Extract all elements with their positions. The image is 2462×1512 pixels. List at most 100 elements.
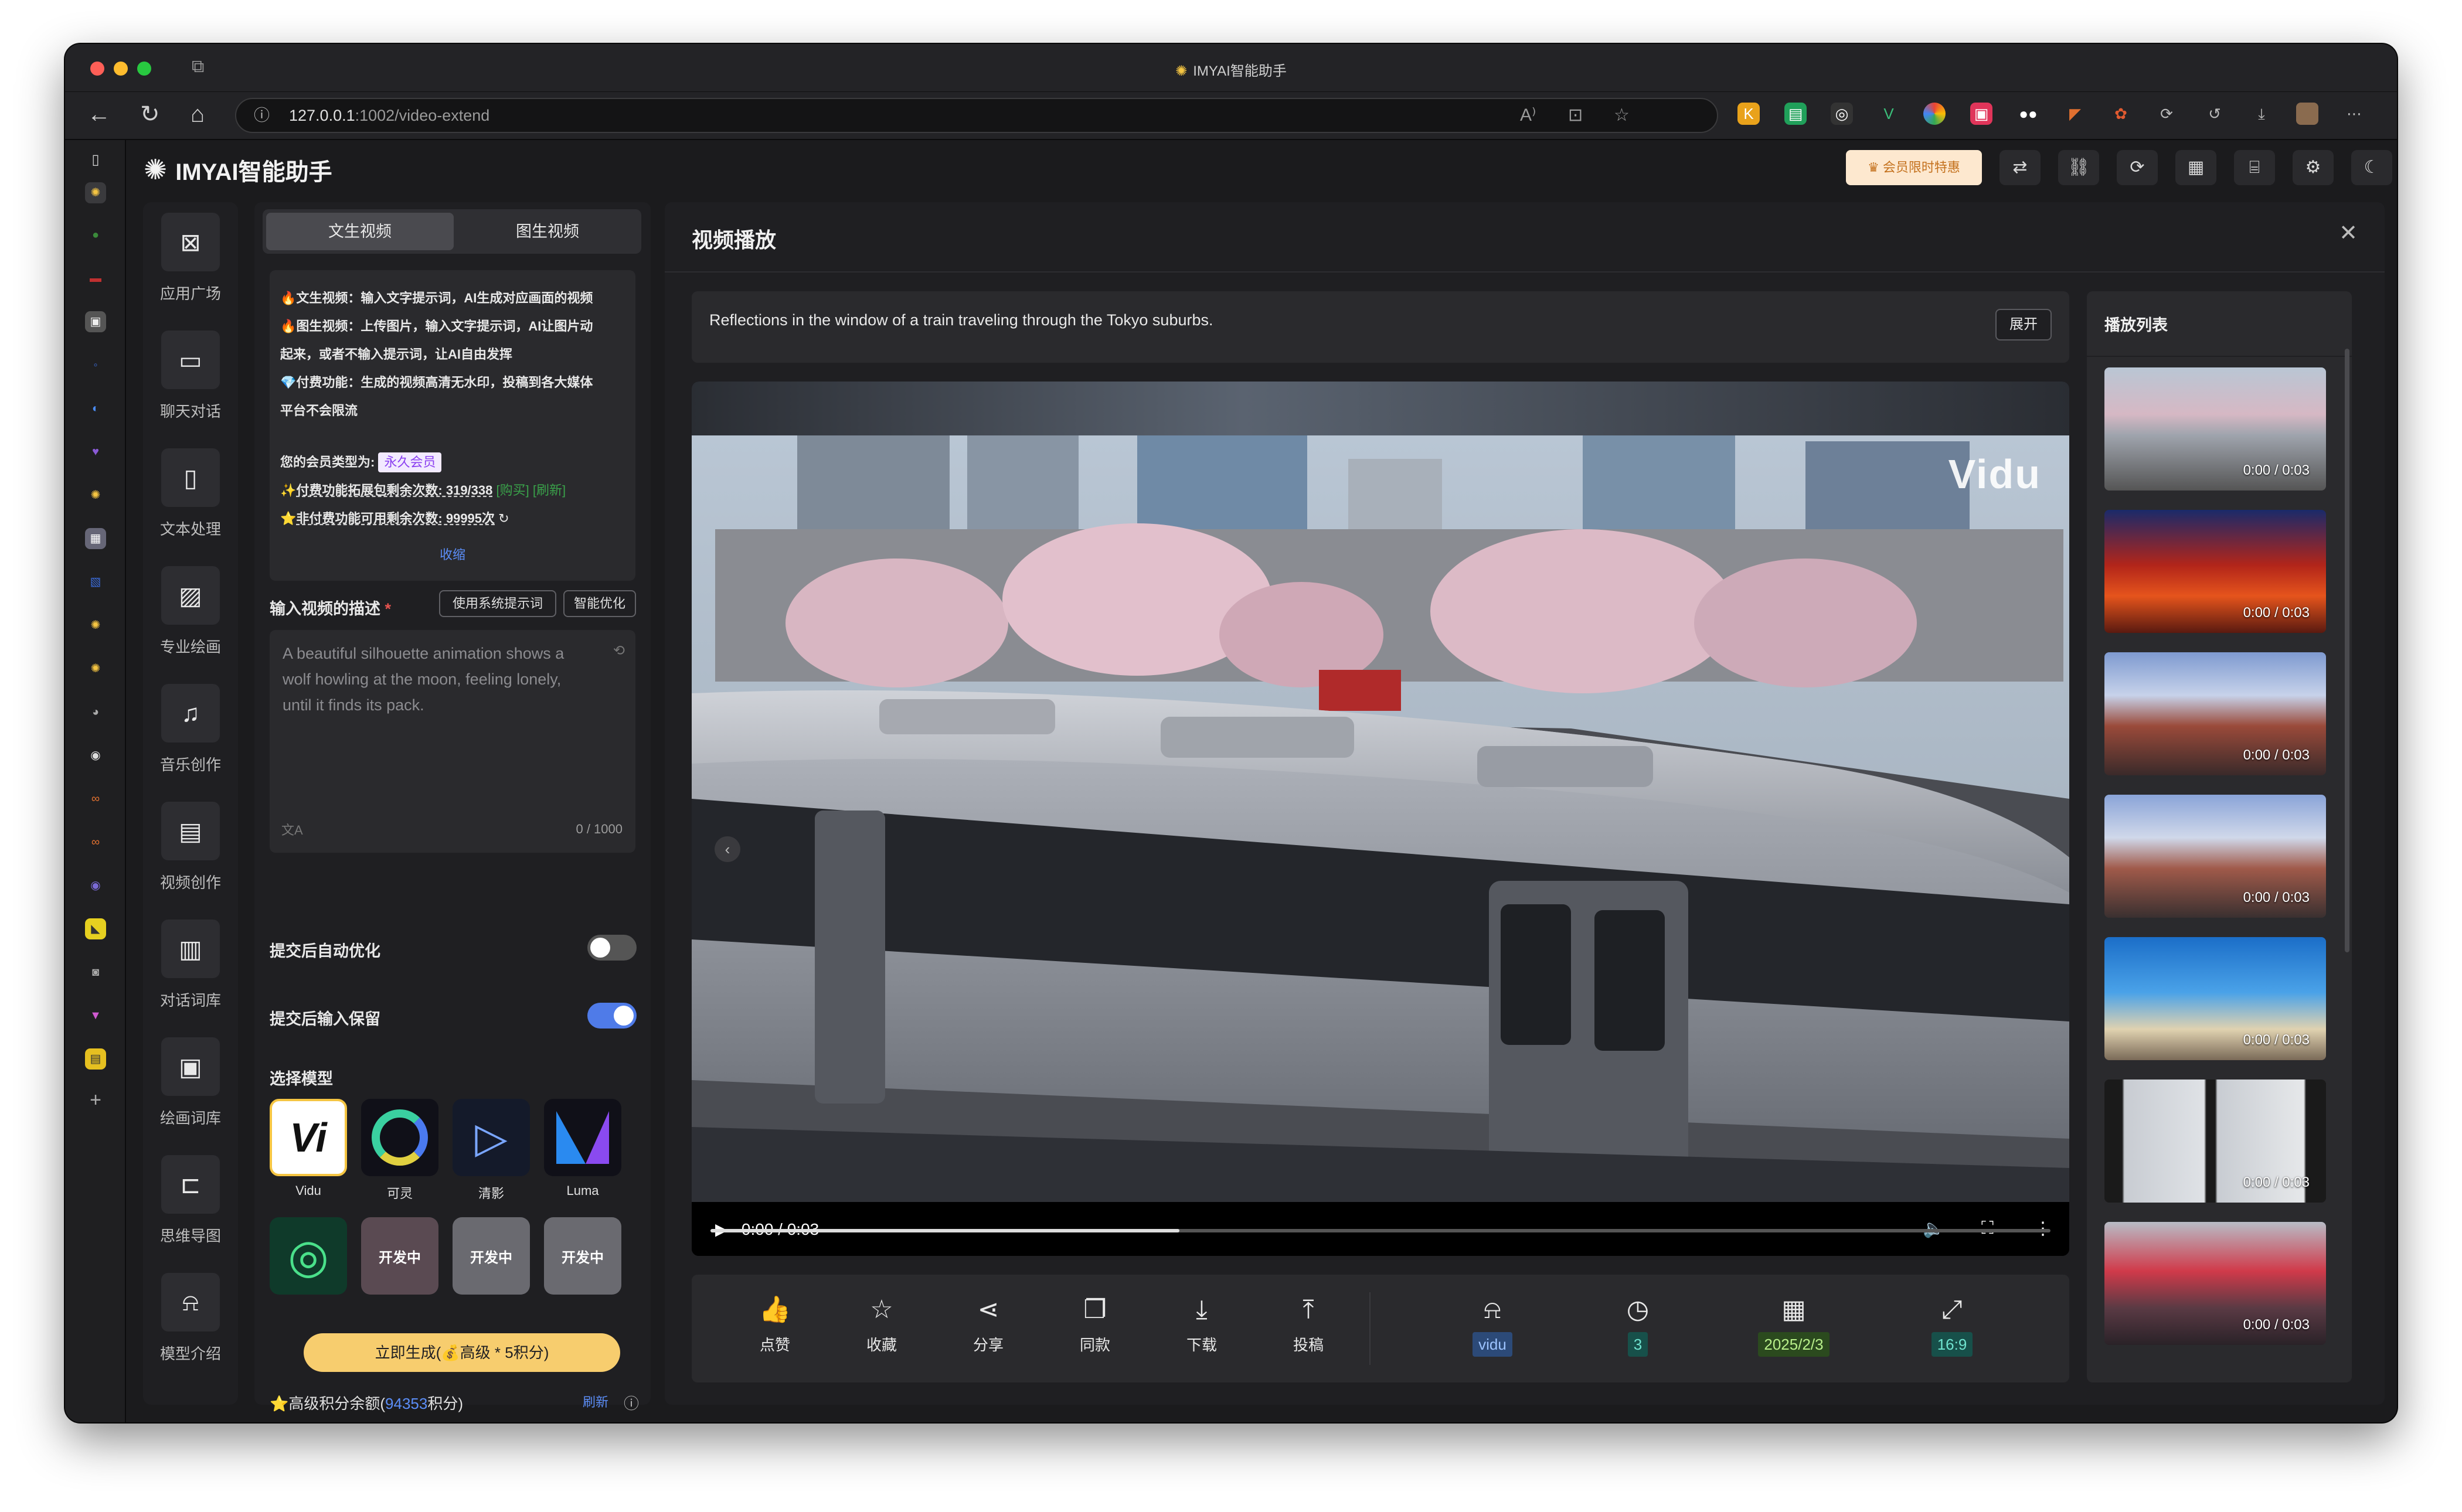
pika-logo-icon[interactable]: 开发中 xyxy=(361,1217,438,1295)
submit-post-button[interactable]: ⤒ 投稿 xyxy=(1273,1295,1344,1355)
nav-item-chat[interactable]: ▭ 聊天对话 xyxy=(143,331,238,421)
nav-item-video[interactable]: ▤ 视频创作 xyxy=(143,802,238,893)
settings-gear-icon[interactable]: ⚙ xyxy=(2293,150,2334,185)
add-icon[interactable]: + xyxy=(85,1089,106,1111)
extension-icon[interactable]: ✿ xyxy=(2110,103,2132,125)
balance-refresh-link[interactable]: 刷新 xyxy=(583,1392,608,1411)
collapse-link[interactable]: 收缩 xyxy=(270,541,635,569)
sidebar-site-icon[interactable]: ▣ xyxy=(85,311,106,332)
fullscreen-icon[interactable]: ⛶ xyxy=(1981,1218,1994,1238)
kling-logo-icon[interactable] xyxy=(361,1099,438,1176)
playlist-item[interactable]: 0:00 / 0:03 xyxy=(2104,795,2326,918)
nav-item-painting[interactable]: ▨ 专业绘画 xyxy=(143,566,238,657)
reload-icon[interactable]: ↻ xyxy=(140,103,160,126)
sidebar-site-icon[interactable]: ◦ xyxy=(85,355,106,376)
playlist-scrollbar[interactable] xyxy=(2345,349,2349,952)
generate-button[interactable]: 立即生成(💰高级 * 5积分) xyxy=(304,1333,620,1372)
playlist-item[interactable]: 0:00 / 0:03 xyxy=(2104,1079,2326,1203)
extension-icon[interactable]: ▣ xyxy=(1970,103,1992,125)
nav-item-mindmap[interactable]: ⊏ 思维导图 xyxy=(143,1155,238,1246)
sidebar-site-icon[interactable]: ▼ xyxy=(85,1005,106,1026)
sidebar-site-icon[interactable]: ▤ xyxy=(85,1048,106,1070)
sidebar-site-icon[interactable]: ◐ xyxy=(85,398,106,419)
gift-icon[interactable]: ⌸ xyxy=(2234,150,2275,185)
video-progress-bar[interactable] xyxy=(710,1229,2050,1232)
clear-refresh-icon[interactable]: ⟲ xyxy=(613,638,625,664)
extension-icon[interactable]: ▤ xyxy=(1784,103,1807,125)
site-info-icon[interactable]: ⓘ xyxy=(254,99,270,132)
sidebar-site-icon[interactable]: ✺ xyxy=(85,615,106,636)
sora-logo-icon[interactable]: 开发中 xyxy=(544,1217,621,1295)
translate-small-icon[interactable]: 文A xyxy=(281,818,303,843)
sidebar-site-icon[interactable]: ◕ xyxy=(85,701,106,723)
extension-icon[interactable]: ●● xyxy=(2017,103,2039,125)
same-style-button[interactable]: ❐ 同款 xyxy=(1060,1295,1130,1355)
translate-icon[interactable]: ⇄ xyxy=(1999,150,2041,185)
playlist-item[interactable]: 0:00 / 0:03 xyxy=(2104,1222,2326,1345)
vue-extension-icon[interactable]: V xyxy=(1878,103,1900,125)
extension-icon[interactable]: ◎ xyxy=(1831,103,1853,125)
sidebar-site-icon[interactable]: ◣ xyxy=(85,918,106,939)
profile-icon[interactable] xyxy=(2296,103,2318,125)
video-player[interactable]: Vidu ▶ 0:00 / 0:03 🔈 ⛶ ⋮ xyxy=(692,382,2069,1256)
download-icon[interactable]: ⤓ xyxy=(2250,103,2273,125)
read-aloud-icon[interactable]: A⁾ xyxy=(1520,99,1536,132)
close-icon[interactable]: ✕ xyxy=(2339,220,2358,246)
help-icon[interactable]: ⓘ xyxy=(624,1392,639,1414)
home-icon[interactable]: ⌂ xyxy=(191,103,205,126)
nav-item-paint-library[interactable]: ▣ 绘画词库 xyxy=(143,1037,238,1128)
playlist-item[interactable]: 0:00 / 0:03 xyxy=(2104,367,2326,491)
sidebar-site-icon[interactable]: ✺ xyxy=(85,658,106,679)
sidebar-site-icon[interactable]: ∞ xyxy=(85,788,106,809)
chrome-extension-icon[interactable] xyxy=(1923,103,1946,125)
refresh-icon[interactable]: ↻ xyxy=(498,511,509,526)
vidu-logo-icon[interactable]: Vi xyxy=(270,1099,347,1176)
nav-item-music[interactable]: ♫ 音乐创作 xyxy=(143,684,238,775)
tab-text-to-video[interactable]: 文生视频 xyxy=(266,213,454,250)
history-icon[interactable]: ↺ xyxy=(2203,103,2226,125)
playlist-item[interactable]: 0:00 / 0:03 xyxy=(2104,937,2326,1060)
smart-optimize-button[interactable]: 智能优化 xyxy=(563,590,636,617)
nav-item-models[interactable]: ⍾ 模型介绍 xyxy=(143,1273,238,1364)
sidebar-site-icon[interactable]: ✺ xyxy=(85,485,106,506)
keep-input-toggle[interactable] xyxy=(587,1003,637,1029)
link-icon[interactable]: ⛓ xyxy=(2058,150,2099,185)
luma-logo-icon[interactable] xyxy=(544,1099,621,1176)
extension-icon[interactable]: ◤ xyxy=(2064,103,2086,125)
refresh-link[interactable]: [刷新] xyxy=(533,483,566,498)
extensions-puzzle-icon[interactable]: ⟳ xyxy=(2155,103,2178,125)
sidebar-toggle-icon[interactable]: ▯ xyxy=(85,149,106,171)
app-install-icon[interactable]: ⊡ xyxy=(1568,99,1583,132)
favorite-star-icon[interactable]: ☆ xyxy=(1614,99,1630,132)
back-icon[interactable]: ← xyxy=(87,103,111,126)
expand-button[interactable]: 展开 xyxy=(1995,309,2052,340)
playlist-item[interactable]: 0:00 / 0:03 xyxy=(2104,510,2326,633)
sidebar-site-icon[interactable]: ▬ xyxy=(85,268,106,289)
sidebar-site-icon[interactable]: ◙ xyxy=(85,962,106,983)
download-button[interactable]: ⤓ 下载 xyxy=(1167,1295,1237,1355)
extension-icon[interactable]: K xyxy=(1737,103,1760,125)
sync-icon[interactable]: ⟳ xyxy=(2117,150,2158,185)
sidebar-site-icon[interactable]: ▧ xyxy=(85,571,106,592)
address-bar[interactable]: ⓘ 127.0.0.1:1002/video-extend A⁾ ⊡ ☆ xyxy=(235,98,1718,133)
vip-offer-button[interactable]: ♛ 会员限时特惠 xyxy=(1846,150,1982,185)
nav-item-dialog-library[interactable]: ▥ 对话词库 xyxy=(143,920,238,1010)
dark-mode-moon-icon[interactable]: ☾ xyxy=(2351,150,2392,185)
buy-link[interactable]: [购买] xyxy=(497,483,529,498)
sidebar-site-icon[interactable]: ● xyxy=(85,224,106,246)
sidebar-site-icon[interactable]: ∞ xyxy=(85,832,106,853)
share-button[interactable]: ⋖ 分享 xyxy=(953,1295,1023,1355)
like-button[interactable]: 👍 点赞 xyxy=(740,1295,810,1355)
description-textarea[interactable]: ⟲ A beautiful silhouette animation shows… xyxy=(270,630,635,853)
playlist-item[interactable]: 0:00 / 0:03 xyxy=(2104,652,2326,775)
hailuo-logo-icon[interactable]: ◎ xyxy=(270,1217,347,1295)
auto-optimize-toggle[interactable] xyxy=(587,935,637,961)
github-icon[interactable]: ◉ xyxy=(85,745,106,766)
app-logo[interactable]: ✺ IMYAI智能助手 xyxy=(144,153,332,187)
calendar-icon[interactable]: ▦ xyxy=(2175,150,2216,185)
collapse-panel-chevron-icon[interactable]: ‹ xyxy=(715,836,740,862)
sidebar-site-icon[interactable]: ♥ xyxy=(85,441,106,462)
sidebar-site-icon[interactable]: ◉ xyxy=(85,875,106,896)
favorite-button[interactable]: ☆ 收藏 xyxy=(846,1295,917,1355)
more-menu-icon[interactable]: ⋯ xyxy=(2343,103,2365,125)
